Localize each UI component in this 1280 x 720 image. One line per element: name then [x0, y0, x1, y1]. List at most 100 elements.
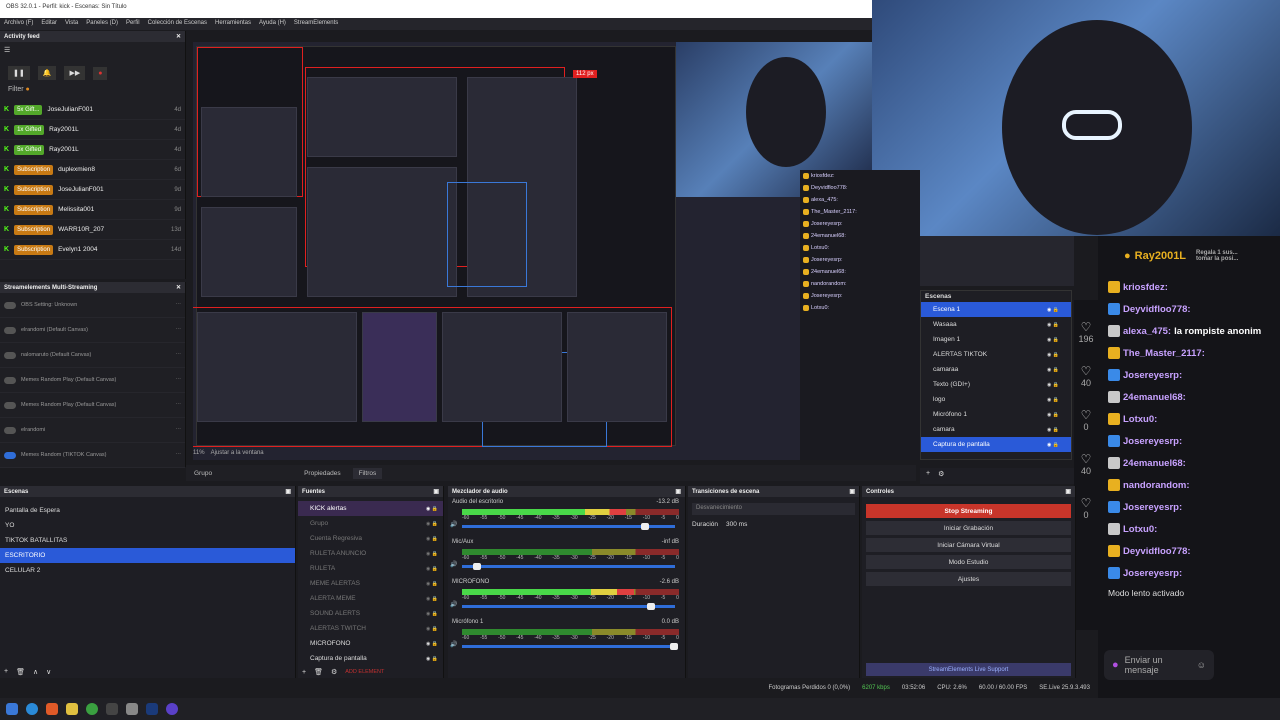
control-button-4[interactable]: Ajustes [866, 572, 1071, 586]
more-icon[interactable]: ⋯ [176, 402, 182, 408]
bell-icon[interactable]: 🔔 [37, 66, 57, 80]
chat-username[interactable]: Deyvidfloo778: [1123, 546, 1191, 557]
more-icon[interactable]: ⋯ [176, 302, 182, 308]
chat-username[interactable]: Josereyesrp: [1123, 502, 1182, 513]
chat-input[interactable]: ● Enviar un mensaje ☺ [1104, 650, 1214, 680]
menu-archivo[interactable]: Archivo (F) [4, 20, 33, 28]
filter-label[interactable]: Filter ● [0, 84, 185, 100]
right-scene-item[interactable]: Micrófono 1 ◉ 🔒 [921, 407, 1071, 422]
volume-knob[interactable] [669, 643, 678, 650]
visibility-icon[interactable]: ◉ 🔒 [426, 656, 438, 662]
skip-icon[interactable]: ▶▶ [64, 66, 86, 80]
multistream-item[interactable]: Memes Random Play (Default Canvas) ⋯ [0, 368, 185, 393]
eye-icon[interactable]: ◉ 🔒 [1047, 427, 1059, 433]
chat-username[interactable]: Lotxu0: [1123, 524, 1157, 535]
chat-username[interactable]: alexa_475: [1123, 326, 1171, 337]
chat-username[interactable]: 24emanuel68: [1123, 458, 1186, 469]
multistream-item[interactable]: nalomaruto (Default Canvas) ⋯ [0, 343, 185, 368]
menu-herramientas[interactable]: Herramientas [215, 20, 251, 28]
volume-knob[interactable] [472, 563, 481, 570]
scene-item[interactable]: YO [0, 518, 295, 533]
close-icon[interactable]: ✕ [176, 33, 181, 40]
duration-input[interactable]: 300 ms [726, 521, 747, 528]
scene-item[interactable]: Pantalla de Espera [0, 503, 295, 518]
feed-item[interactable]: K Subscription Melissita001 9d [0, 200, 185, 220]
toggle-switch[interactable] [4, 351, 16, 359]
multistream-item[interactable]: elrandomi ⋯ [0, 418, 185, 443]
eye-icon[interactable]: ◉ 🔒 [1047, 382, 1059, 388]
volume-slider[interactable] [462, 645, 675, 648]
visibility-icon[interactable]: ◉ 🔒 [426, 551, 438, 557]
chat-username[interactable]: kriosfdez: [1123, 282, 1168, 293]
multistream-item[interactable]: Memes Random Play (Default Canvas) ⋯ [0, 393, 185, 418]
source-item[interactable]: ALERTA MEME ◉ 🔒 [298, 591, 443, 606]
chat-username[interactable]: Josereyesrp: [1123, 436, 1182, 447]
chat-username[interactable]: Lotxu0: [1123, 414, 1157, 425]
obs-icon[interactable] [106, 703, 118, 715]
visibility-icon[interactable]: ◉ 🔒 [426, 626, 438, 632]
folder-icon[interactable] [66, 703, 78, 715]
record-icon[interactable]: ● [93, 66, 108, 80]
menu-ayuda[interactable]: Ayuda (H) [259, 20, 286, 28]
eye-icon[interactable]: ◉ 🔒 [1047, 397, 1059, 403]
scene-item[interactable]: ESCRITORIO [0, 548, 295, 563]
visibility-icon[interactable]: ◉ 🔒 [426, 581, 438, 587]
visibility-icon[interactable]: ◉ 🔒 [426, 536, 438, 542]
more-icon[interactable]: ⋯ [176, 452, 182, 458]
chat-username[interactable]: nandorandom: [1123, 480, 1190, 491]
right-scene-item[interactable]: camara ◉ 🔒 [921, 422, 1071, 437]
volume-knob[interactable] [646, 603, 655, 610]
source-item[interactable]: MICROFONO ◉ 🔒 [298, 636, 443, 651]
chat-username[interactable]: Deyvidfloo778: [1123, 304, 1191, 315]
eye-icon[interactable]: ◉ 🔒 [1047, 322, 1059, 328]
right-scene-item[interactable]: Escena 1 ◉ 🔒 [921, 302, 1071, 317]
add-icon[interactable]: + [4, 668, 8, 676]
right-scene-item[interactable]: camaraa ◉ 🔒 [921, 362, 1071, 377]
gear-icon[interactable]: ⚙ [938, 470, 944, 482]
source-item[interactable]: KICK alertas ◉ 🔒 [298, 501, 443, 516]
add-icon[interactable]: + [302, 669, 306, 676]
eye-icon[interactable]: ◉ 🔒 [1047, 367, 1059, 373]
toggle-switch[interactable] [4, 301, 16, 309]
chat-username[interactable]: The_Master_2117: [1123, 348, 1205, 359]
more-icon[interactable]: ⋯ [176, 427, 182, 433]
visibility-icon[interactable]: ◉ 🔒 [426, 506, 438, 512]
menu-vista[interactable]: Vista [65, 20, 78, 28]
chat-username[interactable]: 24emanuel68: [1123, 392, 1186, 403]
right-scene-item[interactable]: Texto (GDI+) ◉ 🔒 [921, 377, 1071, 392]
up-icon[interactable]: ∧ [33, 668, 38, 676]
brave-icon[interactable] [46, 703, 58, 715]
visibility-icon[interactable]: ◉ 🔒 [426, 611, 438, 617]
eye-icon[interactable]: ◉ 🔒 [1047, 307, 1059, 313]
source-item[interactable]: Cuenta Regresiva ◉ 🔒 [298, 531, 443, 546]
edge-icon[interactable] [26, 703, 38, 715]
speaker-icon[interactable]: 🔊 [450, 601, 457, 608]
trash-icon[interactable]: 🗑 [16, 668, 25, 676]
right-scene-item[interactable]: Wasaaa ◉ 🔒 [921, 317, 1071, 332]
heart-icon[interactable]: ♡ [1074, 452, 1098, 466]
menu-editar[interactable]: Editar [41, 20, 57, 28]
source-item[interactable]: ALERTAS TWITCH ◉ 🔒 [298, 621, 443, 636]
feed-item[interactable]: K 5x Gifted Ray2001L 4d [0, 140, 185, 160]
dock-menu-icon[interactable]: ▣ [1065, 488, 1071, 495]
dock-menu-icon[interactable]: ▣ [285, 488, 291, 495]
menu-coleccion[interactable]: Colección de Escenas [148, 20, 207, 28]
eye-icon[interactable]: ◉ 🔒 [1047, 442, 1059, 448]
feed-item[interactable]: K Subscription WARR10R_207 13d [0, 220, 185, 240]
source-item[interactable]: RULETA ◉ 🔒 [298, 561, 443, 576]
toggle-switch[interactable] [4, 376, 16, 384]
dock-menu-icon[interactable]: ▣ [849, 488, 855, 495]
feed-item[interactable]: K Subscription Evelyn1 2004 14d [0, 240, 185, 260]
trash-icon[interactable]: 🗑 [314, 668, 323, 676]
scene-item[interactable]: CELULAR 2 [0, 563, 295, 578]
control-button-3[interactable]: Modo Estudio [866, 555, 1071, 569]
visibility-icon[interactable]: ◉ 🔒 [426, 641, 438, 647]
feed-item[interactable]: K Subscription duplexmien8 6d [0, 160, 185, 180]
visibility-icon[interactable]: ◉ 🔒 [426, 596, 438, 602]
more-icon[interactable]: ⋯ [176, 377, 182, 383]
visibility-icon[interactable]: ◉ 🔒 [426, 521, 438, 527]
speaker-icon[interactable]: 🔊 [450, 641, 457, 648]
volume-slider[interactable] [462, 565, 675, 568]
source-item[interactable]: SOUND ALERTS ◉ 🔒 [298, 606, 443, 621]
gear-icon[interactable]: ⚙ [331, 668, 337, 676]
